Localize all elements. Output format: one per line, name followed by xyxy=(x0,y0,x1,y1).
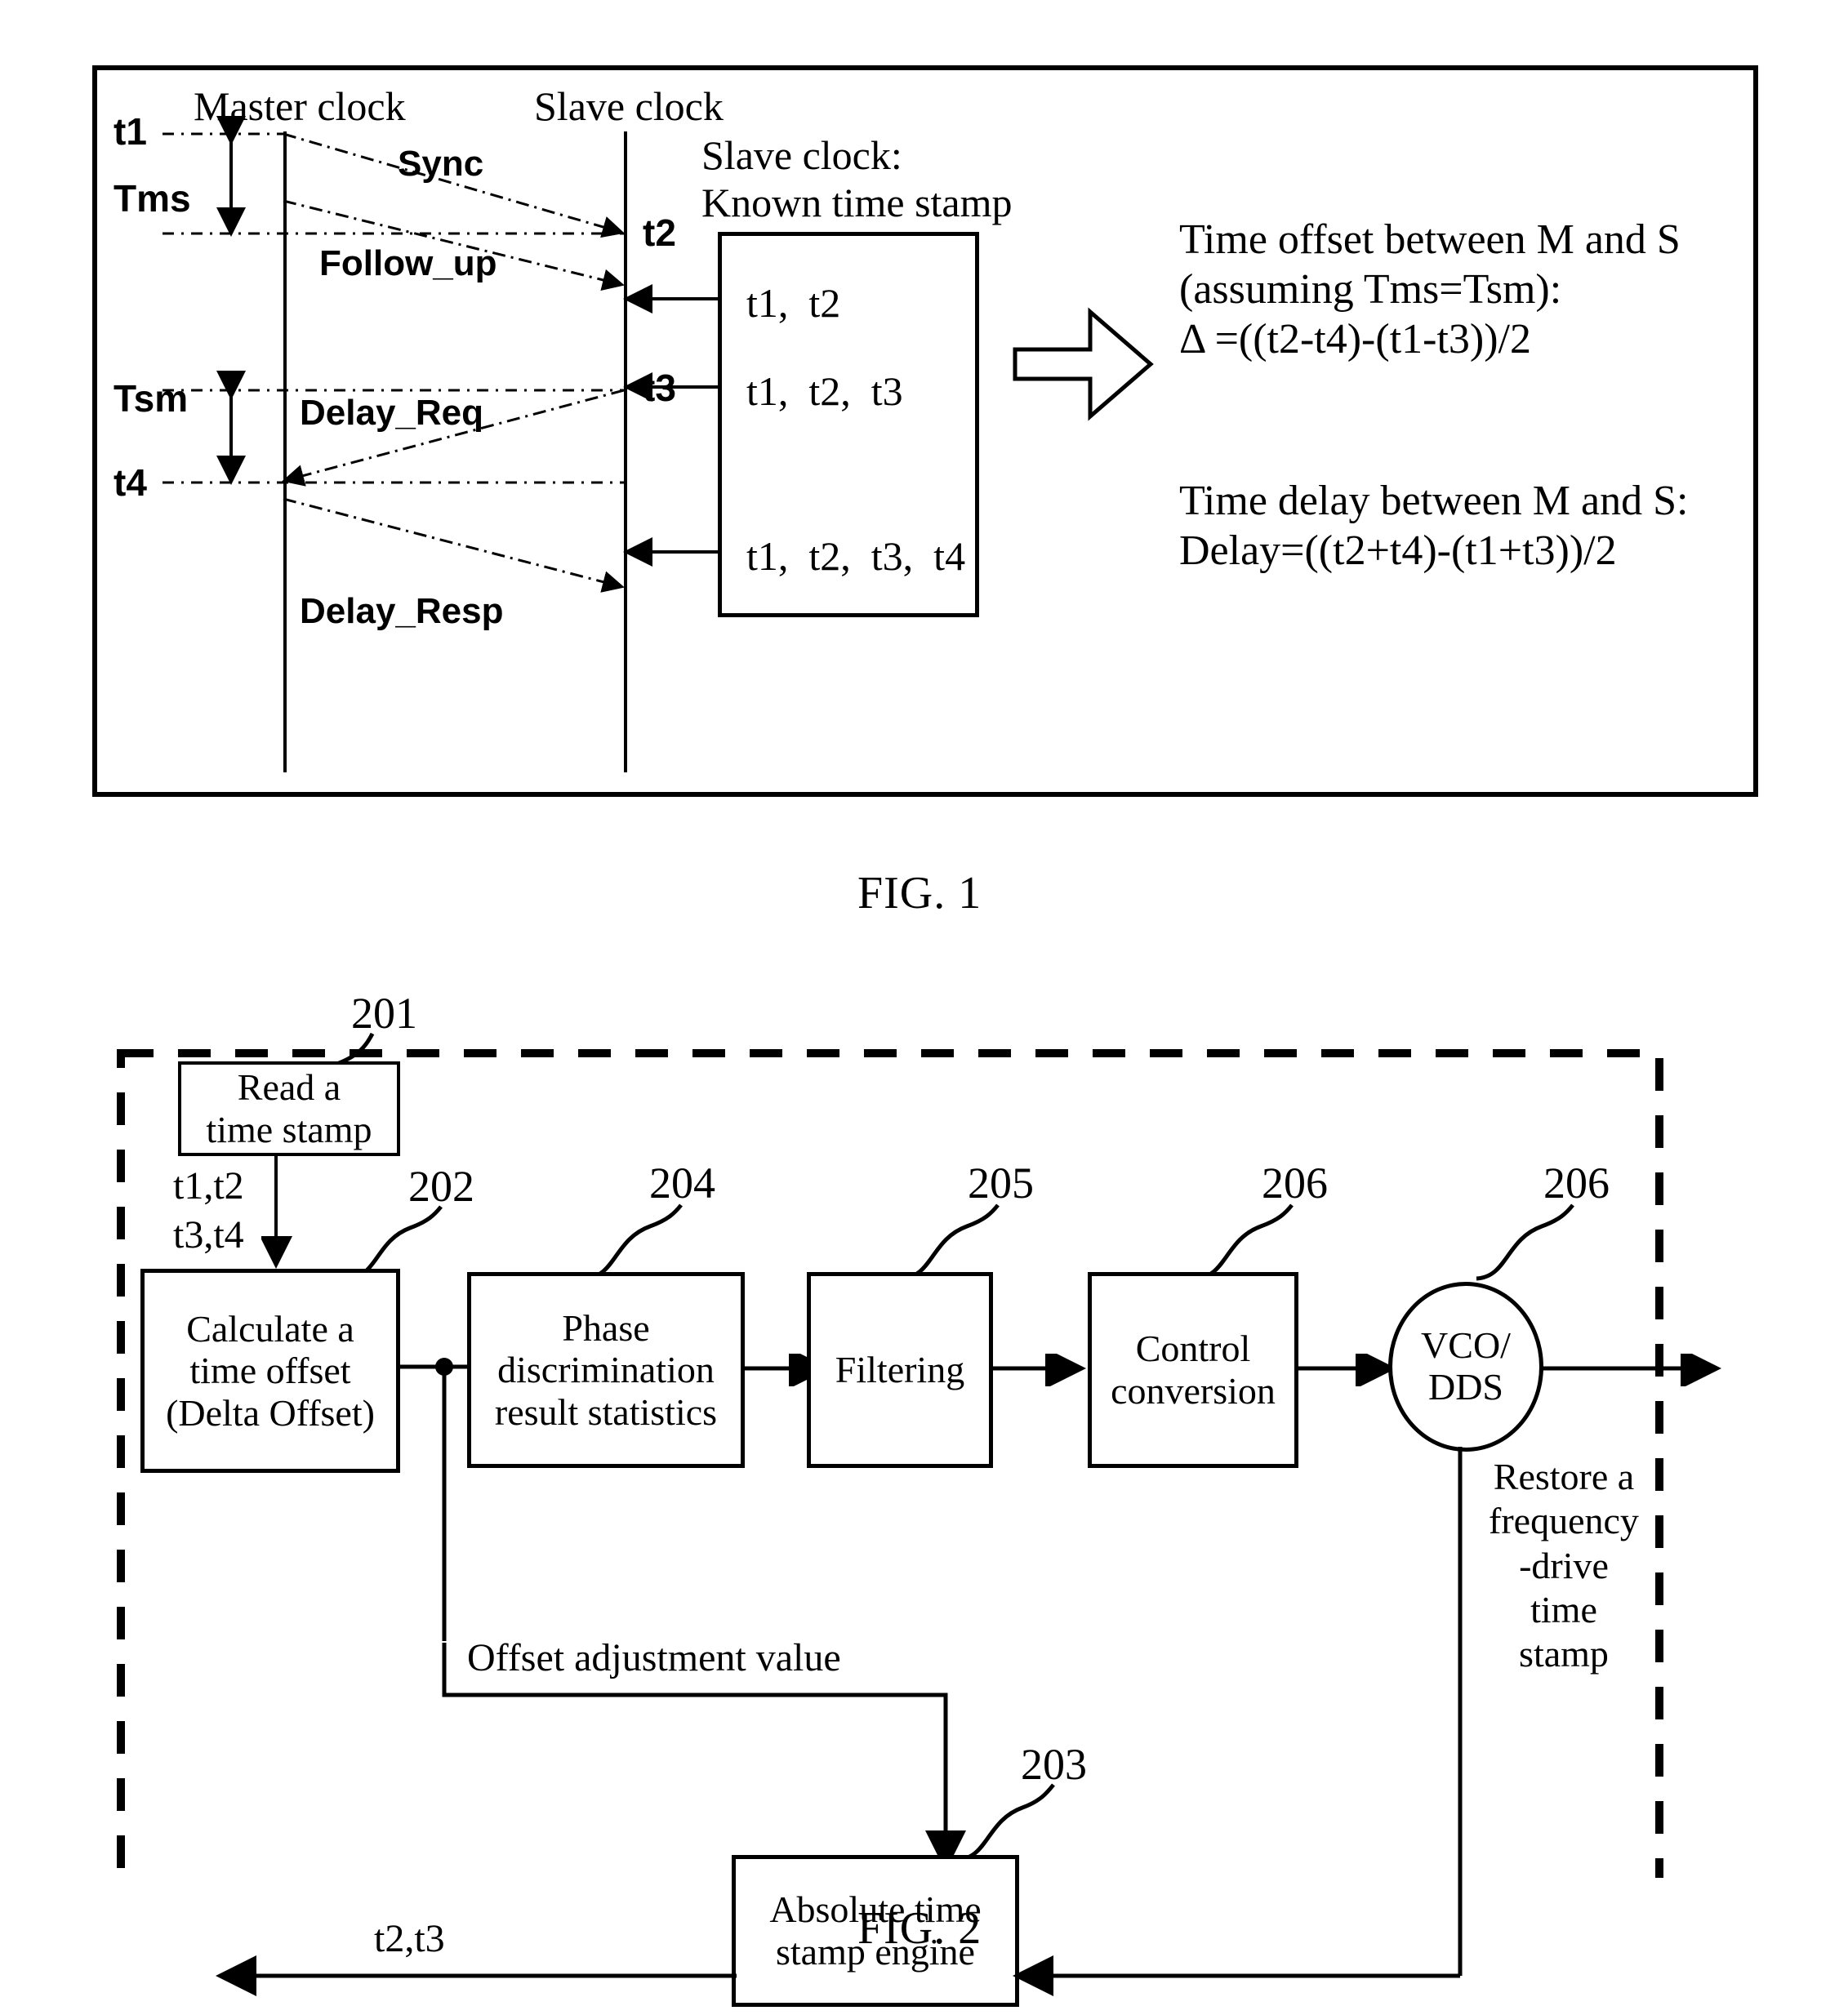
timestamp-box-title-line1: Slave clock: xyxy=(701,132,902,178)
leader-line-206-vco xyxy=(1476,1203,1574,1281)
block-phase-discrimination-label: Phase discrimination result statistics xyxy=(494,1306,718,1433)
timestamp-row: t1, t2, t3, t4 xyxy=(746,533,966,579)
arrow-read-to-calculate xyxy=(261,1156,292,1269)
figure-1-caption: FIG. 1 xyxy=(857,868,982,919)
signal-label-input-timestamps-1: t1,t2 xyxy=(173,1164,244,1208)
block-read-time-stamp[interactable]: Read a time stamp xyxy=(178,1061,400,1156)
figure-1-frame: Master clock Slave clock t1 Tms Tsm t4 t… xyxy=(92,65,1758,797)
leader-line-203 xyxy=(956,1783,1055,1862)
block-filtering-label: Filtering xyxy=(835,1349,965,1391)
block-vco-dds-label: VCO/ DDS xyxy=(1421,1324,1511,1408)
interval-label-tms: Tms xyxy=(114,177,191,220)
timestamp-box-arrows xyxy=(623,284,719,567)
reference-number-206-control: 206 xyxy=(1262,1159,1328,1208)
tick-label-t1: t1 xyxy=(114,110,147,153)
message-label-delay-req: Delay_Req xyxy=(300,393,484,433)
reference-number-205: 205 xyxy=(968,1159,1034,1208)
signal-label-offset-adjustment: Offset adjustment value xyxy=(467,1636,841,1679)
block-control-conversion[interactable]: Control conversion xyxy=(1088,1272,1298,1468)
message-label-follow-up: Follow_up xyxy=(319,243,497,283)
block-phase-discrimination[interactable]: Phase discrimination result statistics xyxy=(467,1272,745,1468)
time-offset-formula-text: Time offset between M and S (assuming Tm… xyxy=(1179,216,1681,363)
signal-label-restore-frequency: Restore a frequency -drive time stamp xyxy=(1489,1456,1639,1675)
block-calculate-time-offset-label: Calculate a time offset (Delta Offset) xyxy=(166,1307,375,1434)
block-vco-dds[interactable]: VCO/ DDS xyxy=(1388,1282,1543,1452)
time-delay-formula-text: Time delay between M and S: Delay=((t2+t… xyxy=(1179,478,1689,574)
arrow-engine-t2t3-output xyxy=(216,1955,737,1996)
arrow-vco-output xyxy=(1542,1354,1721,1386)
timestamp-row: t1, t2 xyxy=(746,280,841,326)
timestamp-row: t1, t2, t3 xyxy=(746,368,903,414)
message-label-sync: Sync xyxy=(398,144,484,184)
arrow-control-to-vco xyxy=(1298,1354,1396,1386)
reference-number-206-vco: 206 xyxy=(1543,1159,1610,1208)
block-control-conversion-label: Control conversion xyxy=(1111,1328,1276,1412)
block-read-time-stamp-label: Read a time stamp xyxy=(206,1066,372,1150)
tick-label-t4: t4 xyxy=(114,461,147,504)
reference-number-204: 204 xyxy=(649,1159,715,1208)
interval-label-tsm: Tsm xyxy=(114,377,189,420)
figure-2-caption: FIG. 2 xyxy=(857,1903,982,1954)
arrow-filtering-to-control xyxy=(993,1354,1086,1386)
signal-label-input-timestamps-2: t3,t4 xyxy=(173,1213,244,1257)
figure-2-area: 201 Read a time stamp t1,t2 t3,t4 202 Ca… xyxy=(0,963,1848,2007)
timestamp-box-title-line2: Known time stamp xyxy=(701,180,1013,225)
block-arrow-icon xyxy=(1013,307,1154,421)
block-filtering[interactable]: Filtering xyxy=(807,1272,993,1468)
arrow-vco-to-engine xyxy=(1013,1955,1460,1996)
message-label-delay-resp: Delay_Resp xyxy=(300,591,504,631)
signal-label-feedback-timestamps: t2,t3 xyxy=(374,1917,445,1960)
block-calculate-time-offset[interactable]: Calculate a time offset (Delta Offset) xyxy=(140,1269,400,1473)
